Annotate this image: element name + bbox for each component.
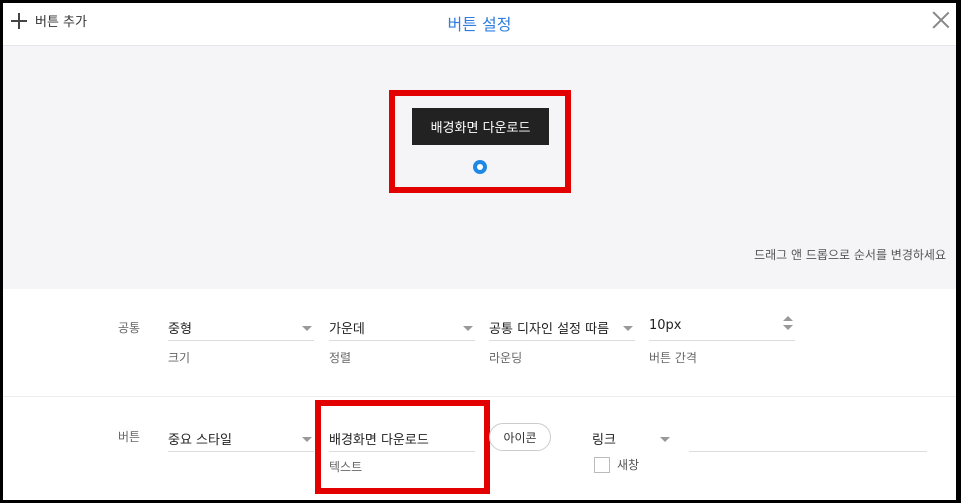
spacing-caption: 버튼 간격: [649, 351, 697, 365]
common-row-label: 공통: [118, 321, 141, 335]
rounding-select[interactable]: 공통 디자인 설정 따름: [489, 314, 635, 341]
dialog-header: 버튼 추가 버튼 설정: [3, 3, 956, 46]
selected-radio-icon[interactable]: [473, 160, 487, 174]
size-value: 중형: [168, 322, 192, 337]
rounding-value: 공통 디자인 설정 따름: [489, 322, 610, 337]
chevron-down-icon: [660, 437, 670, 442]
style-value: 중요 스타일: [168, 433, 232, 448]
icon-button[interactable]: 아이콘: [489, 423, 551, 451]
preview-button[interactable]: 배경화면 다운로드: [412, 108, 549, 145]
section-divider: [3, 396, 956, 397]
button-text-input[interactable]: 배경화면 다운로드: [329, 425, 475, 452]
button-settings-dialog: 버튼 추가 버튼 설정 배경화면 다운로드 드래그 앤 드롭으로 순서를 변경하…: [3, 3, 956, 500]
size-caption: 크기: [168, 351, 191, 365]
button-text-value: 배경화면 다운로드: [329, 433, 429, 448]
close-icon[interactable]: [932, 11, 950, 29]
button-preview-area: 배경화면 다운로드 드래그 앤 드롭으로 순서를 변경하세요: [3, 46, 956, 289]
align-select[interactable]: 가운데: [329, 314, 475, 341]
new-window-label: 새창: [617, 458, 640, 472]
size-select[interactable]: 중형: [168, 314, 314, 341]
style-select[interactable]: 중요 스타일: [168, 425, 314, 452]
stepper-arrows-icon[interactable]: [783, 316, 793, 336]
chevron-down-icon: [623, 326, 633, 331]
link-url-input[interactable]: [689, 425, 927, 452]
drag-drop-hint: 드래그 앤 드롭으로 순서를 변경하세요: [754, 248, 946, 262]
chevron-down-icon: [463, 326, 473, 331]
button-text-caption: 텍스트: [329, 460, 363, 474]
rounding-caption: 라운딩: [489, 351, 523, 365]
dialog-title: 버튼 설정: [447, 15, 512, 34]
align-value: 가운데: [329, 322, 365, 337]
link-select[interactable]: 링크: [592, 425, 672, 451]
button-row-label: 버튼: [118, 430, 141, 444]
align-caption: 정렬: [329, 351, 352, 365]
new-window-checkbox[interactable]: [594, 457, 610, 473]
chevron-down-icon: [302, 437, 312, 442]
spacing-stepper[interactable]: 10px: [649, 314, 795, 341]
chevron-down-icon: [302, 326, 312, 331]
spacing-value: 10px: [649, 318, 682, 333]
link-value: 링크: [592, 433, 616, 448]
